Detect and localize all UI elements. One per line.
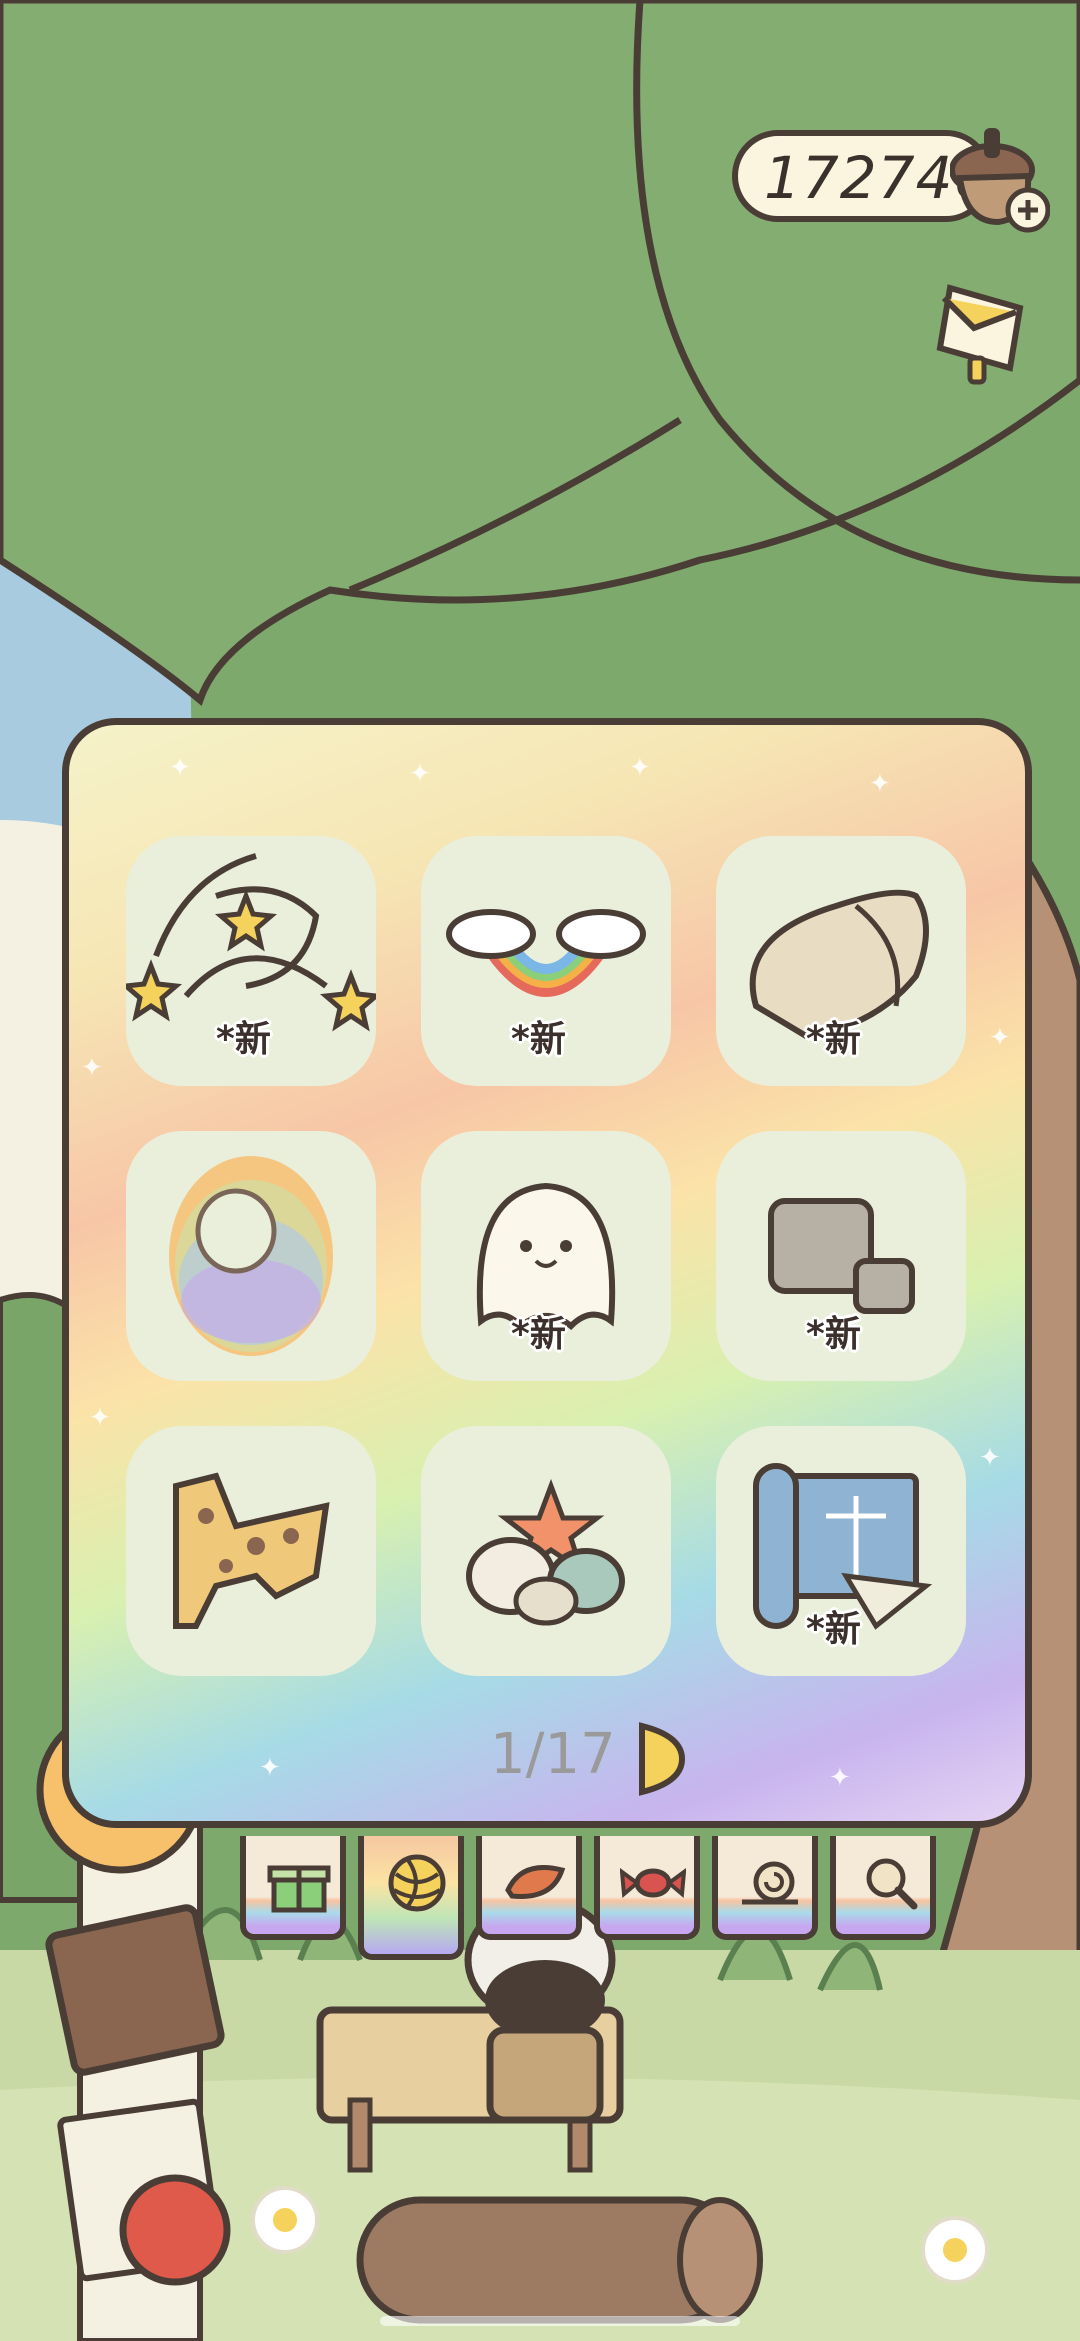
acorn-icon[interactable] [950,118,1050,238]
sparkle: ✦ [869,769,891,799]
tab-snail[interactable] [712,1836,818,1940]
item-slot-rainbow-ring[interactable] [126,1131,376,1381]
new-badge: *新 [511,1314,566,1355]
tab-candy[interactable] [594,1836,700,1940]
new-badge: *新 [806,1019,861,1060]
page-indicator: 1/17 [490,1722,616,1787]
snail-icon [742,1861,798,1905]
magnifier-icon [866,1858,918,1910]
sparkle: ✦ [829,1763,851,1793]
item-slot-map-scroll[interactable]: *新 [716,1426,966,1676]
item-slot-star-string[interactable]: *新 [126,836,376,1086]
sparkle: ✦ [989,1023,1011,1053]
item-slot-seashells[interactable] [421,1426,671,1676]
gift-icon [267,1865,331,1913]
new-badge: *新 [806,1609,861,1650]
new-badge: *新 [806,1314,861,1355]
new-badge: *新 [216,1019,271,1060]
leaf-icon [505,1865,566,1899]
item-slot-stone-cubes[interactable]: *新 [716,1131,966,1381]
tab-leaf[interactable] [476,1836,582,1940]
rainbow-ring-icon [169,1156,333,1356]
item-slot-giraffe[interactable] [126,1426,376,1676]
new-badge: *新 [511,1019,566,1060]
sparkle: ✦ [89,1403,111,1433]
item-slot-rainbow-cloud[interactable]: *新 [421,836,671,1086]
tab-yarn[interactable] [358,1836,464,1960]
seashells-icon [466,1478,625,1626]
sparkle: ✦ [169,753,191,783]
yarn-ball-icon [388,1854,446,1912]
item-slot-ghost[interactable]: *新 [421,1131,671,1381]
sparkle: ✦ [979,1443,1001,1473]
tab-magnifier[interactable] [830,1836,936,1940]
next-page-icon[interactable] [636,1722,686,1796]
giraffe-icon [173,1472,330,1629]
sparkle: ✦ [81,1053,103,1083]
sparkle: ✦ [409,759,431,789]
sparkle: ✦ [629,753,651,783]
tab-gift[interactable] [240,1836,346,1940]
letter-icon[interactable] [930,268,1040,388]
sparkle: ✦ [259,1753,281,1783]
item-slot-bread[interactable]: *新 [716,836,966,1086]
candy-icon [620,1868,686,1899]
